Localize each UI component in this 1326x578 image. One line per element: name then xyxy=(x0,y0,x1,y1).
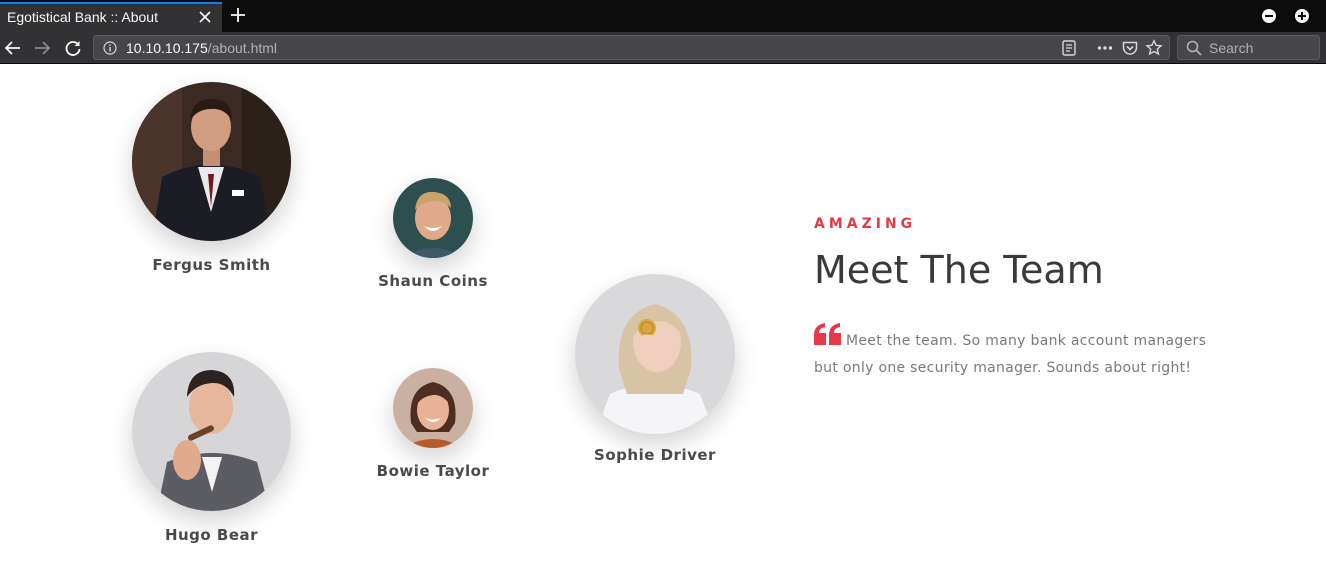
member-name: Fergus Smith xyxy=(152,256,271,274)
pocket-icon[interactable] xyxy=(1121,39,1139,57)
member-name: Shaun Coins xyxy=(378,272,488,290)
team-member-sophie-driver: Sophie Driver xyxy=(575,274,735,469)
section-eyebrow: AMAZING xyxy=(814,216,917,232)
page-actions-icon[interactable] xyxy=(1096,39,1114,57)
avatar-bowie-taylor xyxy=(393,368,473,448)
team-member-shaun-coins: Shaun Coins xyxy=(378,178,487,293)
reload-icon[interactable] xyxy=(63,38,83,58)
back-arrow-icon[interactable] xyxy=(3,38,23,58)
team-member-fergus-smith: Fergus Smith xyxy=(132,82,291,277)
forward-arrow-icon[interactable] xyxy=(32,38,52,58)
member-name: Bowie Taylor xyxy=(376,462,490,480)
search-icon xyxy=(1186,40,1202,56)
maximize-window-icon[interactable] xyxy=(1295,9,1309,23)
avatar-sophie-driver xyxy=(575,274,735,434)
avatar-fergus-smith xyxy=(132,82,291,241)
team-description: Meet the team. So many bank account mana… xyxy=(814,333,1207,376)
close-tab-icon[interactable] xyxy=(196,8,214,26)
url-text[interactable]: 10.10.10.175/about.html xyxy=(126,40,277,56)
navigation-toolbar: 10.10.10.175/about.html Search xyxy=(0,32,1326,64)
team-member-bowie-taylor: Bowie Taylor xyxy=(377,368,489,483)
url-host: 10.10.10.175 xyxy=(126,40,208,56)
avatar-shaun-coins xyxy=(393,178,473,258)
tab-strip: Egotistical Bank :: About xyxy=(0,0,1326,32)
url-path: /about.html xyxy=(207,40,278,56)
search-bar[interactable]: Search xyxy=(1177,35,1320,60)
page-content: Fergus Smith Shaun Coins Sophie Driver H… xyxy=(0,64,1326,578)
page-title: Meet The Team xyxy=(814,248,1104,292)
new-tab-icon[interactable] xyxy=(228,5,248,25)
member-name: Hugo Bear xyxy=(164,526,259,544)
member-name: Sophie Driver xyxy=(594,446,716,464)
minimize-window-icon[interactable] xyxy=(1262,9,1276,23)
team-member-hugo-bear: Hugo Bear xyxy=(132,352,291,547)
address-bar[interactable]: 10.10.10.175/about.html xyxy=(93,35,1170,60)
avatar-hugo-bear xyxy=(132,352,291,511)
search-placeholder: Search xyxy=(1209,40,1254,56)
reader-view-icon[interactable] xyxy=(1060,39,1078,57)
tab-title: Egotistical Bank :: About xyxy=(7,9,158,25)
site-info-icon[interactable] xyxy=(103,41,117,55)
tab-about[interactable]: Egotistical Bank :: About xyxy=(0,2,222,32)
bookmark-star-icon[interactable] xyxy=(1145,39,1163,57)
